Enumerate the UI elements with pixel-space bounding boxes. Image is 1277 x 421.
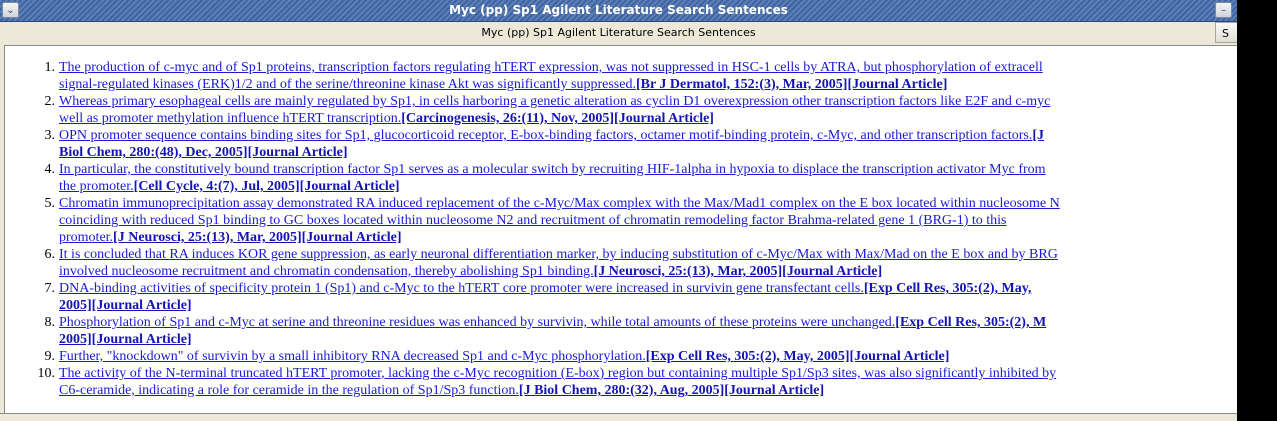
item-line: 2005][Journal Article] bbox=[59, 331, 1060, 348]
list-item: 1. The production of c-myc and of Sp1 pro… bbox=[5, 59, 1060, 93]
citation-link[interactable]: [J Neurosci, 25:(13), Mar, 2005][Journal… bbox=[113, 230, 402, 245]
sentence-link[interactable]: involved nucleosome recruitment and chro… bbox=[59, 264, 594, 279]
item-line: Phosphorylation of Sp1 and c-Myc at seri… bbox=[59, 314, 1060, 331]
item-number: 2. bbox=[44, 94, 56, 109]
item-line: coinciding with reduced Sp1 binding to G… bbox=[59, 212, 1060, 229]
sentence-link[interactable]: Further, "knockdown" of survivin by a sm… bbox=[59, 349, 646, 364]
list-item: 3. OPN promoter sequence contains binding… bbox=[5, 127, 1060, 161]
sentence-list-panel: 1. The production of c-myc and of Sp1 pro… bbox=[4, 45, 1237, 413]
citation-link[interactable]: [J bbox=[1032, 128, 1044, 143]
header-bar: Myc (pp) Sp1 Agilent Literature Search S… bbox=[0, 22, 1237, 44]
item-number: 1. bbox=[44, 60, 56, 75]
list-item: 5. Chromatin immunoprecipitation assay de… bbox=[5, 195, 1060, 246]
list-item: 7. DNA-binding activities of specificity … bbox=[5, 280, 1060, 314]
sentence-link[interactable]: well as promoter methylation influence h… bbox=[59, 111, 401, 126]
citation-link[interactable]: [Exp Cell Res, 305:(2), M bbox=[895, 315, 1046, 330]
sentence-link[interactable]: Phosphorylation of Sp1 and c-Myc at seri… bbox=[59, 315, 895, 330]
page-title: Myc (pp) Sp1 Agilent Literature Search S… bbox=[481, 26, 756, 39]
list-item: 10. The activity of the N-terminal trunca… bbox=[5, 365, 1060, 399]
window-title: Myc (pp) Sp1 Agilent Literature Search S… bbox=[449, 3, 788, 17]
citation-link[interactable]: 2005][Journal Article] bbox=[59, 332, 192, 347]
sentence-link[interactable]: In particular, the constitutively bound … bbox=[59, 162, 1046, 177]
list-item: 6. It is concluded that RA induces KOR ge… bbox=[5, 246, 1060, 280]
list-item: 4. In particular, the constitutively boun… bbox=[5, 161, 1060, 195]
citation-link[interactable]: [Exp Cell Res, 305:(2), May, 2005][Journ… bbox=[646, 349, 950, 364]
item-line: The activity of the N-terminal truncated… bbox=[59, 365, 1060, 382]
citation-link[interactable]: 2005][Journal Article] bbox=[59, 298, 192, 313]
sentence-link[interactable]: the promoter. bbox=[59, 179, 134, 194]
sentence-link[interactable]: Chromatin immunoprecipitation assay demo… bbox=[59, 196, 1060, 211]
citation-link[interactable]: Biol Chem, 280:(48), Dec, 2005][Journal … bbox=[59, 145, 348, 160]
item-line: The production of c-myc and of Sp1 prote… bbox=[59, 59, 1060, 76]
header-button[interactable]: S bbox=[1215, 22, 1237, 43]
citation-link[interactable]: [Cell Cycle, 4:(7), Jul, 2005][Journal A… bbox=[134, 179, 400, 194]
title-bar[interactable]: ⌄ Myc (pp) Sp1 Agilent Literature Search… bbox=[0, 0, 1237, 22]
item-line: Biol Chem, 280:(48), Dec, 2005][Journal … bbox=[59, 144, 1060, 161]
sentence-link[interactable]: signal-regulated kinases (ERK)1/2 and of… bbox=[59, 77, 636, 92]
item-line: C6-ceramide, indicating a role for ceram… bbox=[59, 382, 1060, 399]
item-number: 5. bbox=[44, 196, 56, 211]
sentence-link[interactable]: OPN promoter sequence contains binding s… bbox=[59, 128, 1032, 143]
citation-link[interactable]: [J Biol Chem, 280:(32), Aug, 2005][Journ… bbox=[519, 383, 824, 398]
sentence-link[interactable]: The production of c-myc and of Sp1 prote… bbox=[59, 60, 1043, 75]
item-line: DNA-binding activities of specificity pr… bbox=[59, 280, 1060, 297]
minimize-icon[interactable]: – bbox=[1215, 2, 1232, 18]
item-line: Chromatin immunoprecipitation assay demo… bbox=[59, 195, 1060, 212]
sentence-link[interactable]: DNA-binding activities of specificity pr… bbox=[59, 281, 864, 296]
item-number: 4. bbox=[44, 162, 56, 177]
item-line: promoter.[J Neurosci, 25:(13), Mar, 2005… bbox=[59, 229, 1060, 246]
citation-link[interactable]: [Exp Cell Res, 305:(2), May, bbox=[864, 281, 1032, 296]
item-number: 8. bbox=[44, 315, 56, 330]
item-number: 9. bbox=[44, 349, 56, 364]
item-line: 2005][Journal Article] bbox=[59, 297, 1060, 314]
status-bar bbox=[0, 413, 1237, 421]
window: ⌄ Myc (pp) Sp1 Agilent Literature Search… bbox=[0, 0, 1237, 421]
list-item: 9. Further, "knockdown" of survivin by a … bbox=[5, 348, 1060, 365]
citation-link[interactable]: [J Neurosci, 25:(13), Mar, 2005][Journal… bbox=[594, 264, 883, 279]
sentence-link[interactable]: promoter. bbox=[59, 230, 113, 245]
list-item: 8. Phosphorylation of Sp1 and c-Myc at se… bbox=[5, 314, 1060, 348]
item-number: 6. bbox=[44, 247, 56, 262]
sentence-link[interactable]: The activity of the N-terminal truncated… bbox=[59, 366, 1056, 381]
citation-link[interactable]: [Carcinogenesis, 26:(11), Nov, 2005][Jou… bbox=[401, 111, 714, 126]
citation-link[interactable]: [Br J Dermatol, 152:(3), Mar, 2005][Jour… bbox=[636, 77, 947, 92]
item-line: It is concluded that RA induces KOR gene… bbox=[59, 246, 1060, 263]
item-number: 3. bbox=[44, 128, 56, 143]
item-line: signal-regulated kinases (ERK)1/2 and of… bbox=[59, 76, 1060, 93]
item-line: well as promoter methylation influence h… bbox=[59, 110, 1060, 127]
sentence-link[interactable]: It is concluded that RA induces KOR gene… bbox=[59, 247, 1058, 262]
item-number: 7. bbox=[44, 281, 56, 296]
item-line: Whereas primary esophageal cells are mai… bbox=[59, 93, 1060, 110]
list-item: 2. Whereas primary esophageal cells are m… bbox=[5, 93, 1060, 127]
sentence-list: 1. The production of c-myc and of Sp1 pro… bbox=[5, 59, 1060, 399]
item-line: In particular, the constitutively bound … bbox=[59, 161, 1060, 178]
sentence-link[interactable]: coinciding with reduced Sp1 binding to G… bbox=[59, 213, 1006, 228]
item-line: the promoter.[Cell Cycle, 4:(7), Jul, 20… bbox=[59, 178, 1060, 195]
item-number: 10. bbox=[37, 366, 56, 381]
item-line: Further, "knockdown" of survivin by a sm… bbox=[59, 348, 1060, 365]
sentence-link[interactable]: Whereas primary esophageal cells are mai… bbox=[59, 94, 1050, 109]
item-line: involved nucleosome recruitment and chro… bbox=[59, 263, 1060, 280]
sentence-link[interactable]: C6-ceramide, indicating a role for ceram… bbox=[59, 383, 519, 398]
item-line: OPN promoter sequence contains binding s… bbox=[59, 127, 1060, 144]
